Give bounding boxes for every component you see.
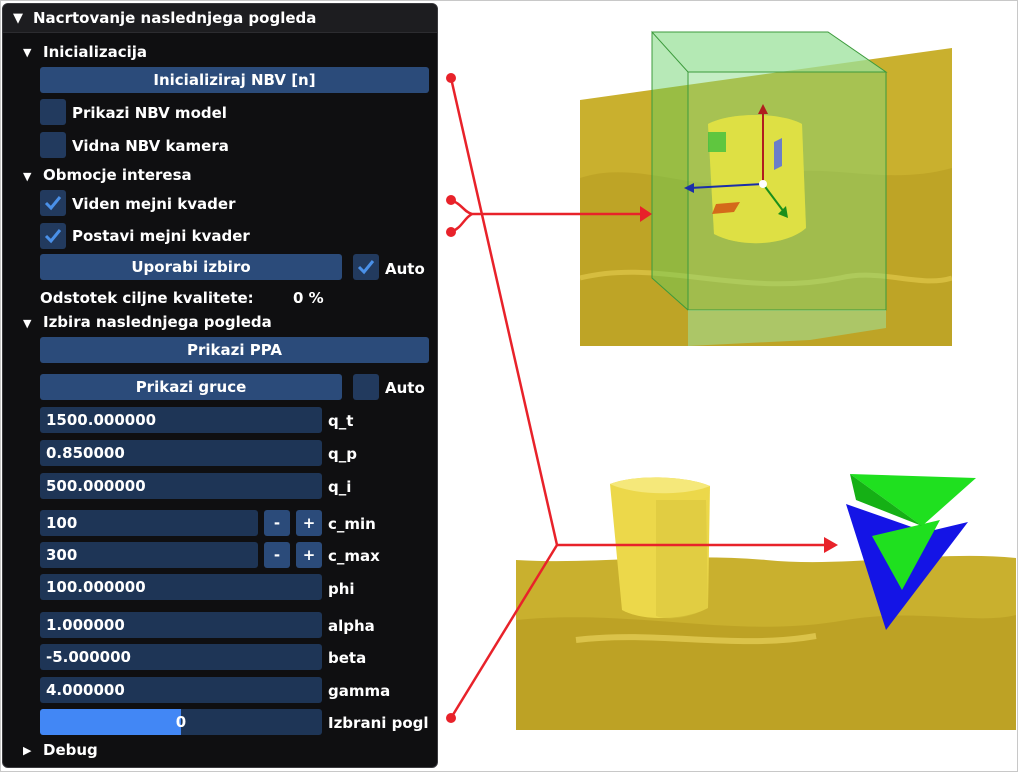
collapse-triangle-icon[interactable]: ▼	[13, 11, 23, 26]
visible-box-label: Viden mejni kvader	[72, 195, 236, 213]
section-header-init[interactable]: Inicializacija	[43, 43, 147, 61]
visible-box-checkbox[interactable]	[40, 190, 66, 216]
visible-camera-label: Vidna NBV kamera	[72, 137, 229, 155]
alpha-label: alpha	[328, 617, 375, 635]
q-t-input[interactable]: 1500.000000	[40, 407, 322, 433]
beta-label: beta	[328, 649, 367, 667]
expand-triangle-icon[interactable]: ▶	[23, 744, 31, 757]
clusters-auto-label: Auto	[385, 379, 425, 397]
roi-auto-label: Auto	[385, 260, 425, 278]
chosen-view-slider[interactable]: 0	[40, 709, 322, 735]
checkmark-icon	[44, 229, 62, 244]
checkmark-icon	[357, 260, 375, 275]
section-header-selection[interactable]: Izbira naslednjega pogleda	[43, 313, 272, 331]
roi-auto-checkbox[interactable]	[353, 254, 379, 280]
collapse-triangle-icon[interactable]: ▼	[23, 317, 31, 330]
show-model-checkbox[interactable]	[40, 99, 66, 125]
chosen-view-value: 0	[175, 713, 187, 731]
c-max-increment-button[interactable]: +	[296, 542, 322, 568]
section-header-roi[interactable]: Obmocje interesa	[43, 166, 192, 184]
use-selection-button[interactable]: Uporabi izbiro	[40, 254, 342, 280]
roi-3d-view[interactable]	[580, 28, 952, 368]
chosen-view-label: Izbrani pogl	[328, 714, 429, 732]
show-model-label: Prikazi NBV model	[72, 104, 227, 122]
origin-point	[759, 180, 767, 188]
section-header-debug[interactable]: Debug	[43, 741, 98, 759]
show-clusters-button[interactable]: Prikazi gruce	[40, 374, 342, 400]
c-min-input[interactable]: 100	[40, 510, 258, 536]
c-max-decrement-button[interactable]: -	[264, 542, 290, 568]
visible-camera-checkbox[interactable]	[40, 132, 66, 158]
q-p-input[interactable]: 0.850000	[40, 440, 322, 466]
c-min-label: c_min	[328, 515, 376, 533]
phi-input[interactable]: 100.000000	[40, 574, 322, 600]
show-ppa-button[interactable]: Prikazi PPA	[40, 337, 429, 363]
marker-green	[708, 132, 726, 152]
gamma-label: gamma	[328, 682, 391, 700]
checkmark-icon	[44, 196, 62, 211]
window-title: Nacrtovanje naslednjega pogleda	[33, 9, 317, 27]
marker-blue	[774, 138, 782, 170]
phi-label: phi	[328, 580, 355, 598]
q-p-label: q_p	[328, 445, 357, 463]
collapse-triangle-icon[interactable]: ▼	[23, 46, 31, 59]
c-min-decrement-button[interactable]: -	[264, 510, 290, 536]
init-nbv-button[interactable]: Inicializiraj NBV [n]	[40, 67, 429, 93]
nbv-3d-view[interactable]	[516, 440, 1016, 730]
terrain-shading	[516, 615, 1016, 730]
set-box-checkbox[interactable]	[40, 223, 66, 249]
quality-value: 0 %	[293, 289, 324, 307]
beta-input[interactable]: -5.000000	[40, 644, 322, 670]
alpha-input[interactable]: 1.000000	[40, 612, 322, 638]
set-box-label: Postavi mejni kvader	[72, 227, 250, 245]
clusters-auto-checkbox[interactable]	[353, 374, 379, 400]
c-min-increment-button[interactable]: +	[296, 510, 322, 536]
gamma-input[interactable]: 4.000000	[40, 677, 322, 703]
q-t-label: q_t	[328, 412, 354, 430]
c-max-label: c_max	[328, 547, 380, 565]
q-i-label: q_i	[328, 478, 352, 496]
title-bar[interactable]: ▼ Nacrtovanje naslednjega pogleda	[3, 4, 437, 33]
quality-label: Odstotek ciljne kvalitete:	[40, 289, 254, 307]
c-max-input[interactable]: 300	[40, 542, 258, 568]
nbv-panel: ▼ Nacrtovanje naslednjega pogleda ▼ Inic…	[2, 3, 438, 768]
q-i-input[interactable]: 500.000000	[40, 473, 322, 499]
collapse-triangle-icon[interactable]: ▼	[23, 170, 31, 183]
